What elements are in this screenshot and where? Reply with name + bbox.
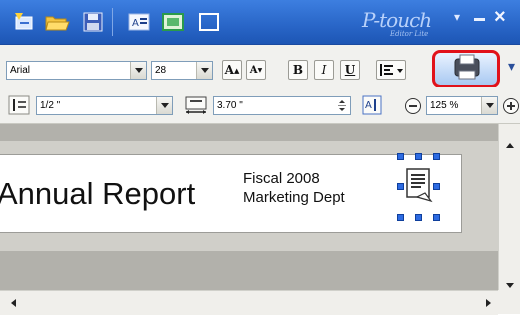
font-family-value: Arial	[10, 65, 31, 76]
label-preview[interactable]: Annual Report Fiscal 2008 Marketing Dept	[0, 153, 462, 233]
bold-icon: B	[292, 63, 304, 77]
italic-icon: I	[321, 63, 327, 77]
toolbar-separator	[112, 8, 113, 36]
font-family-select[interactable]: Arial	[6, 61, 147, 80]
save-icon	[83, 12, 103, 32]
underline-icon: U	[344, 63, 356, 77]
zoom-value: 125 %	[430, 100, 459, 111]
grow-arrow-icon: ▲	[233, 65, 240, 75]
tape-width-value: 1/2 "	[40, 100, 61, 111]
options-dropdown-icon[interactable]: ▾	[454, 10, 460, 24]
resize-handle-t[interactable]	[415, 153, 422, 160]
horizontal-scrollbar[interactable]	[0, 290, 498, 315]
font-size-dropdown-icon[interactable]	[196, 62, 212, 79]
grow-font-button[interactable]: A ▲	[222, 60, 242, 80]
print-icon	[454, 54, 480, 80]
tape-width-dropdown-icon[interactable]	[156, 97, 172, 114]
zoom-dropdown-icon[interactable]	[481, 97, 497, 114]
new-label-icon	[15, 13, 33, 30]
open-button[interactable]	[44, 9, 70, 35]
scroll-right-icon[interactable]	[484, 297, 494, 309]
scrollbar-corner	[498, 290, 520, 314]
shrink-font-button[interactable]: A ▼	[246, 60, 266, 80]
italic-button[interactable]: I	[314, 60, 334, 80]
label-length-field[interactable]: 3.70 "	[213, 96, 351, 115]
vertical-scrollbar[interactable]	[498, 124, 520, 290]
font-size-select[interactable]: 28	[151, 61, 213, 80]
shrink-arrow-icon: ▼	[257, 66, 263, 74]
minimize-button[interactable]	[474, 12, 486, 21]
scroll-left-icon[interactable]	[8, 297, 18, 309]
frame-icon	[199, 13, 219, 31]
brand-logo: P-touch Editor Lite	[352, 8, 442, 38]
brand-subtitle: Editor Lite	[390, 30, 429, 38]
tape-width-select[interactable]: 1/2 "	[36, 96, 173, 115]
tape-width-icon	[8, 95, 30, 115]
font-family-dropdown-icon[interactable]	[130, 62, 146, 79]
close-button[interactable]: ×	[494, 6, 506, 29]
font-size-value: 28	[155, 65, 167, 76]
text-icon: A	[128, 13, 150, 31]
resize-handle-b[interactable]	[415, 214, 422, 221]
resize-handle-tl[interactable]	[397, 153, 404, 160]
auto-length-icon[interactable]: A	[362, 95, 382, 115]
resize-handle-bl[interactable]	[397, 214, 404, 221]
resize-handle-l[interactable]	[397, 183, 404, 190]
align-left-icon	[380, 64, 403, 76]
resize-handle-tr[interactable]	[433, 153, 440, 160]
label-title-text[interactable]: Annual Report	[0, 176, 195, 212]
zoom-out-icon[interactable]	[404, 97, 422, 115]
print-button[interactable]	[432, 50, 500, 88]
toolbar-overflow-icon[interactable]: ▾	[508, 58, 515, 75]
zoom-select[interactable]: 125 %	[426, 96, 498, 115]
svg-text:A: A	[132, 18, 139, 29]
zoom-in-icon[interactable]	[502, 97, 520, 115]
image-icon	[162, 13, 184, 31]
selected-object[interactable]	[397, 153, 441, 221]
align-button[interactable]	[376, 60, 406, 80]
open-folder-icon	[45, 16, 70, 31]
label-length-spinner[interactable]	[335, 98, 349, 113]
resize-handle-br[interactable]	[433, 214, 440, 221]
label-line-2: Marketing Dept	[243, 189, 345, 206]
scroll-up-icon[interactable]	[504, 140, 516, 150]
new-label-button[interactable]	[12, 9, 38, 35]
document-icon	[406, 168, 433, 203]
grow-font-icon: A	[224, 63, 234, 77]
title-bar: A P-touch Editor Lite ▾ ×	[0, 0, 520, 45]
label-length-icon	[185, 96, 207, 114]
label-length-value: 3.70 "	[217, 100, 243, 111]
save-button[interactable]	[80, 9, 106, 35]
insert-frame-button[interactable]	[196, 9, 222, 35]
brand-name: P-touch	[362, 8, 432, 32]
underline-button[interactable]: U	[340, 60, 360, 80]
bold-button[interactable]: B	[288, 60, 308, 80]
spinner-arrows-icon	[338, 100, 346, 111]
svg-text:A: A	[365, 100, 372, 111]
label-line-1: Fiscal 2008	[243, 170, 320, 187]
label-text-block[interactable]: Fiscal 2008 Marketing Dept	[243, 170, 345, 206]
insert-text-button[interactable]: A	[126, 9, 152, 35]
shrink-font-icon: A	[249, 64, 258, 76]
insert-image-button[interactable]	[160, 9, 186, 35]
